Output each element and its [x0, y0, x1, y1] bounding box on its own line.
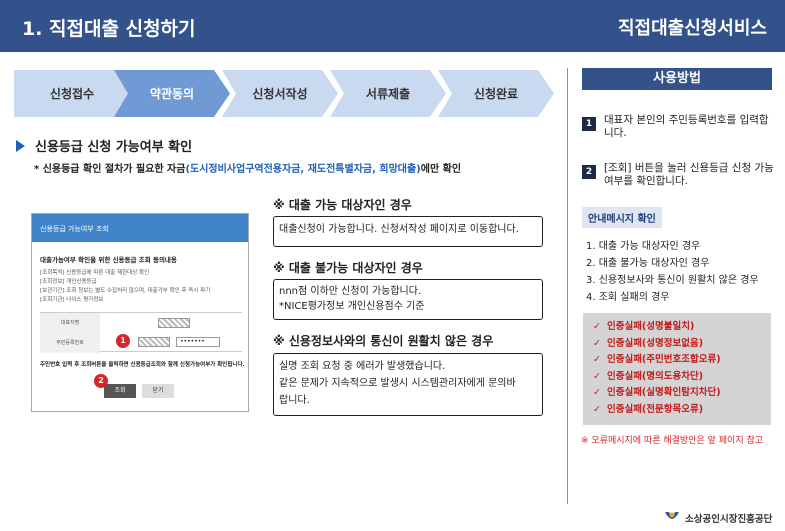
consent-line: [보관기간] 조회 정보는 별도 수집처리 않으며, 대출가부 확인 후 즉시 … [40, 288, 211, 294]
section-title-text: 신용등급 신청 가능여부 확인 [35, 140, 193, 155]
screenshot-titlebar: 신용등급 가능여부 조회 [32, 214, 248, 242]
message-list-item: 4. 조회 실패의 경우 [586, 292, 670, 303]
message-list-item: 3. 신용정보사와 통신이 원활치 않은 경우 [586, 275, 759, 286]
step-marker-1: 1 [116, 334, 130, 348]
error-item: ✓ 인증실패(전문항목오류) [593, 402, 771, 419]
case-message: *NICE평가정보 개인신용점수 기준 [279, 301, 425, 312]
error-item: ✓ 인증실패(명의도용차단) [593, 369, 771, 386]
error-text: 인증실패(명의도용차단) [606, 370, 704, 382]
case-message: 대출신청이 가능합니다. 신청서작성 페이지로 이동합니다. [279, 224, 519, 235]
step-marker-2: 2 [94, 374, 108, 388]
close-button[interactable]: 닫기 [142, 384, 174, 398]
usage-title: 사용방법 [582, 68, 772, 90]
step-5: 신청완료 [438, 70, 554, 117]
progress-steps: 신청접수 약관동의 신청서작성 서류제출 신청완료 [14, 70, 554, 117]
step-label: 약관동의 [149, 87, 195, 101]
check-icon: ✓ [593, 321, 601, 332]
check-icon: ✓ [593, 354, 601, 365]
credit-check-screenshot: 신용등급 가능여부 조회 대출가능여부 확인을 위한 신용등급 조회 동의내용 … [31, 213, 249, 412]
consent-line: [조회기관] 나이스 평가정보 [40, 297, 104, 303]
section-note: * 신용등급 확인 절차가 필요한 자금(도시정비사업구역전용자금, 재도전특별… [34, 160, 461, 175]
case-box-comm-error: 실명 조회 요청 중 에러가 발생했습니다. 같은 문제가 지속적으로 발생시 … [273, 353, 543, 416]
page-title: 1. 직접대출 신청하기 [22, 18, 196, 40]
check-icon: ✓ [593, 337, 601, 349]
usage-item: 2 [조회] 버튼을 눌러 신용등급 신청 가능여부를 확인합니다. [582, 162, 777, 188]
note-prefix: * 신용등급 확인 절차가 필요한 자금 [34, 164, 186, 175]
error-item: ✓ 인증실패(주민번호조합오류) [593, 352, 771, 369]
header-bar: 1. 직접대출 신청하기 직접대출신청서비스 [0, 0, 785, 52]
case-message: 랍니다. [279, 395, 310, 406]
message-list-item: 2. 대출 불가능 대상자인 경우 [586, 258, 710, 269]
screenshot-text: [조회목적] 신용등급에 따른 대출 제한대상 확인 [조회정보] 개인신용등급… [40, 269, 248, 305]
error-item: ✓ 인증실패(실명확인탐지차단) [593, 385, 771, 402]
name-field[interactable] [158, 318, 190, 328]
step-label: 신청접수 [49, 87, 95, 101]
error-text: 인증실패(성명불일치) [606, 321, 695, 332]
step-label: 서류제출 [365, 87, 411, 101]
section-title: 신용등급 신청 가능여부 확인 [16, 136, 192, 155]
rrn-front-field[interactable] [138, 337, 170, 347]
check-icon: ✓ [593, 387, 601, 398]
case-title-ineligible: ※ 대출 불가능 대상자인 경우 [273, 261, 423, 275]
usage-item: 1 대표자 본인의 주민등록번호를 입력합니다. [582, 114, 777, 140]
screenshot-form: 대표자명 주민등록번호 ••••••• [40, 312, 242, 353]
case-message: nnn점 이하만 신청이 가능합니다. [279, 286, 422, 297]
consent-line: [조회목적] 신용등급에 따른 대출 제한대상 확인 [40, 270, 150, 276]
footnote: ※ 오류메시지에 따른 해결방안은 앞 페이지 참고 [581, 436, 764, 446]
error-list-box: ✓ 인증실패(성명불일치) ✓ 인증실패(성명정보없음) ✓ 인증실패(주민번호조합오… [583, 313, 771, 425]
error-text: 인증실패(실명확인탐지차단) [606, 387, 721, 398]
usage-text: 대표자 본인의 주민등록번호를 입력합니다. [604, 114, 769, 139]
message-list-item: 1. 대출 가능 대상자인 경우 [586, 241, 701, 252]
case-box-ineligible: nnn점 이하만 신청이 가능합니다. *NICE평가정보 개인신용점수 기준 [273, 279, 543, 320]
name-label: 대표자명 [40, 313, 100, 333]
column-divider [567, 68, 568, 504]
case-title-comm-error: ※ 신용정보사와의 통신이 원활치 않은 경우 [273, 334, 494, 348]
rrn-back-field[interactable]: ••••••• [176, 337, 220, 347]
org-logo-icon [665, 512, 679, 519]
case-message: 실명 조회 요청 중 에러가 발생했습니다. [279, 361, 446, 372]
screenshot-heading: 대출가능여부 확인을 위한 신용등급 조회 동의내용 [40, 256, 177, 264]
message-check-title: 안내메시지 확인 [582, 207, 662, 228]
rrn-label: 주민등록번호 [40, 333, 100, 353]
error-item: ✓ 인증실패(성명정보없음) [593, 336, 771, 353]
step-4: 서류제출 [330, 70, 446, 117]
step-label: 신청서작성 [252, 87, 308, 101]
consent-line: [조회정보] 개인신용등급 [40, 279, 97, 285]
screenshot-warning: 주민번호 입력 후 조회버튼을 클릭하면 신용등급조회와 함께 신청가능여부가 … [40, 362, 245, 368]
step-label: 신청완료 [473, 87, 519, 101]
service-title: 직접대출신청서비스 [617, 18, 767, 39]
case-message: 같은 문제가 지속적으로 발생시 시스템관리자에게 문의바 [279, 378, 516, 389]
step-1: 신청접수 [14, 70, 130, 117]
error-text: 인증실패(성명정보없음) [606, 337, 704, 349]
note-fund-list: (도시정비사업구역전용자금, 재도전특별자금, 희망대출) [185, 164, 421, 175]
error-text: 인증실패(주민번호조합오류) [606, 354, 721, 365]
message-list: 1. 대출 가능 대상자인 경우 2. 대출 불가능 대상자인 경우 3. 신용… [586, 238, 759, 306]
step-3: 신청서작성 [222, 70, 338, 117]
check-icon: ✓ [593, 403, 601, 415]
triangle-bullet-icon [16, 139, 25, 152]
org-name: 소상공인시장진흥공단 [685, 514, 773, 525]
check-icon: ✓ [593, 370, 601, 382]
usage-number: 2 [582, 165, 596, 179]
inquiry-button[interactable]: 조회 [104, 384, 136, 398]
case-box-eligible: 대출신청이 가능합니다. 신청서작성 페이지로 이동합니다. [273, 216, 543, 247]
note-suffix: 에만 확인 [420, 164, 462, 175]
org-logo: 소상공인시장진흥공단 [663, 510, 772, 526]
usage-text: [조회] 버튼을 눌러 신용등급 신청 가능여부를 확인합니다. [604, 162, 774, 187]
step-2: 약관동의 [114, 70, 230, 117]
usage-number: 1 [582, 117, 596, 131]
case-title-eligible: ※ 대출 가능 대상자인 경우 [273, 198, 412, 212]
error-item: ✓ 인증실패(성명불일치) [593, 319, 771, 336]
error-text: 인증실패(전문항목오류) [606, 403, 704, 415]
